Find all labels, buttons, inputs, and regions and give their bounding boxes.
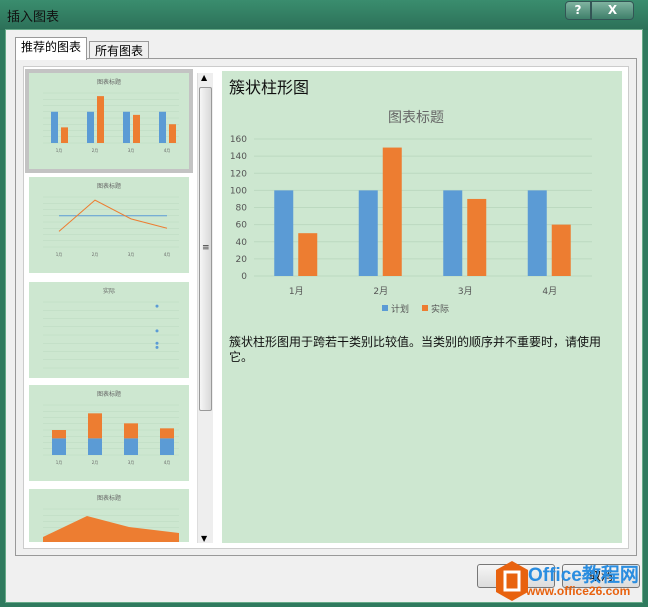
- scatter-point: [155, 329, 159, 333]
- x-tick-label: 1月: [289, 286, 304, 297]
- thumbnail-line[interactable]: 图表标题 1月 2月 3月 4月: [29, 177, 189, 273]
- thumbnail-title: 图表标题: [97, 78, 121, 86]
- insert-chart-dialog: 推荐的图表 所有图表 图表标题 1月 2月 3月 4月 图表标题 1月 2月 3月 4月 实际 图表标…: [5, 29, 643, 603]
- office-logo-icon: [496, 561, 528, 601]
- watermark: Office教程网 www.office26.com: [494, 558, 648, 606]
- y-tick-label: 120: [230, 169, 247, 179]
- thumbnail-chart: 图表标题 1月 2月 3月 4月: [43, 390, 179, 465]
- bar: [124, 438, 138, 455]
- thumbnail-chart: 实际: [43, 287, 179, 369]
- x-tick-label: 4月: [164, 252, 171, 257]
- y-tick-label: 80: [236, 204, 248, 214]
- bar-实际: [298, 233, 318, 276]
- bar: [52, 438, 66, 455]
- preview-chart: 图表标题 0 20 40 60 80 100 120 140 160 1月 2月 3月 4月计划 实际: [230, 110, 592, 315]
- x-tick-label: 4月: [164, 148, 171, 153]
- bar: [97, 96, 104, 143]
- bar: [88, 438, 102, 455]
- x-tick-label: 3月: [128, 460, 135, 465]
- close-button[interactable]: X: [591, 1, 634, 20]
- scatter-point: [155, 345, 159, 349]
- x-tick-label: 4月: [542, 286, 557, 297]
- thumbnail-title: 图表标题: [97, 182, 121, 190]
- bar: [61, 127, 68, 143]
- scatter-point: [155, 304, 159, 308]
- bar: [124, 423, 138, 439]
- legend-swatch: [382, 305, 388, 311]
- y-tick-label: 160: [230, 135, 247, 145]
- help-button[interactable]: ?: [565, 1, 591, 20]
- bar-计划: [274, 190, 294, 276]
- thumbnail-chart: 图表标题 1月 2月 3月 4月: [43, 182, 179, 257]
- scatter-point: [155, 341, 159, 345]
- thumbnail-title: 实际: [103, 287, 115, 295]
- chart-preview: 簇状柱形图 图表标题 0 20 40 60 80 100 120 140 160 1月 2月 3月 4月计…: [222, 71, 622, 543]
- bar: [160, 438, 174, 455]
- x-tick-label: 3月: [128, 148, 135, 153]
- bar: [160, 428, 174, 439]
- chart-title: 图表标题: [388, 110, 444, 126]
- thumbnail-title: 图表标题: [97, 494, 121, 502]
- thumbnail-scatter[interactable]: 实际: [29, 282, 189, 378]
- thumbnail-scrollbar[interactable]: ▲ ≡ ▼: [197, 73, 213, 543]
- x-tick-label: 1月: [56, 252, 63, 257]
- bar-实际: [551, 224, 571, 276]
- x-tick-label: 3月: [128, 252, 135, 257]
- thumbnail-title: 图表标题: [97, 390, 121, 398]
- y-tick-label: 100: [230, 186, 247, 196]
- x-tick-label: 2月: [373, 286, 388, 297]
- bar: [133, 114, 140, 143]
- x-tick-label: 4月: [164, 460, 171, 465]
- bar: [123, 111, 130, 143]
- title-bar: 插入图表 ? X: [0, 0, 648, 30]
- x-tick-label: 2月: [92, 148, 99, 153]
- thumbnail-area[interactable]: 图表标题: [29, 489, 189, 542]
- grip-icon: ≡: [202, 243, 210, 253]
- bar-计划: [527, 190, 547, 276]
- x-tick-label: 2月: [92, 460, 99, 465]
- legend-label: 计划: [391, 303, 409, 315]
- bar: [159, 111, 166, 143]
- scroll-thumb[interactable]: ≡: [199, 87, 212, 411]
- watermark-url: www.office26.com: [526, 584, 631, 598]
- tab-recommended-charts[interactable]: 推荐的图表: [15, 37, 88, 60]
- watermark-brand: Office教程网: [528, 565, 639, 586]
- scroll-up-icon[interactable]: ▲: [201, 73, 207, 82]
- thumbnail-clustered-bar[interactable]: 图表标题 1月 2月 3月 4月: [25, 69, 193, 173]
- x-tick-label: 2月: [92, 252, 99, 257]
- x-tick-label: 1月: [56, 148, 63, 153]
- bar-计划: [358, 190, 378, 276]
- y-tick-label: 20: [236, 255, 248, 265]
- bar: [87, 111, 94, 143]
- y-tick-label: 140: [230, 152, 247, 162]
- y-tick-label: 0: [241, 272, 247, 282]
- bar-实际: [467, 198, 487, 276]
- bar: [88, 413, 102, 439]
- y-tick-label: 40: [236, 238, 248, 248]
- chart-type-heading: 簇状柱形图: [229, 78, 310, 97]
- thumbnail-chart: 图表标题: [43, 494, 179, 542]
- window-title: 插入图表: [7, 10, 60, 25]
- thumbnail-stacked-bar[interactable]: 图表标题 1月 2月 3月 4月: [29, 385, 189, 481]
- y-tick-label: 60: [236, 221, 248, 231]
- x-tick-label: 1月: [56, 460, 63, 465]
- content-area: 图表标题 1月 2月 3月 4月 图表标题 1月 2月 3月 4月 实际 图表标题 1月 2月 3月 4月 图表…: [23, 66, 629, 549]
- chart-description: 簇状柱形图用于跨若干类别比较值。当类别的顺序并不重要时，请使用它。: [229, 335, 602, 364]
- bar: [51, 111, 58, 143]
- bar: [169, 124, 176, 143]
- legend-label: 实际: [431, 303, 449, 315]
- thumbnail-chart: 图表标题 1月 2月 3月 4月: [43, 78, 179, 153]
- bar-计划: [443, 190, 463, 276]
- bar-实际: [382, 147, 402, 276]
- area-series: [43, 516, 179, 542]
- scroll-down-icon[interactable]: ▼: [201, 534, 207, 543]
- tab-panel: 图表标题 1月 2月 3月 4月 图表标题 1月 2月 3月 4月 实际 图表标题 1月 2月 3月 4月 图表…: [15, 58, 637, 556]
- legend-swatch: [422, 305, 428, 311]
- bar: [52, 430, 66, 439]
- x-tick-label: 3月: [458, 286, 473, 297]
